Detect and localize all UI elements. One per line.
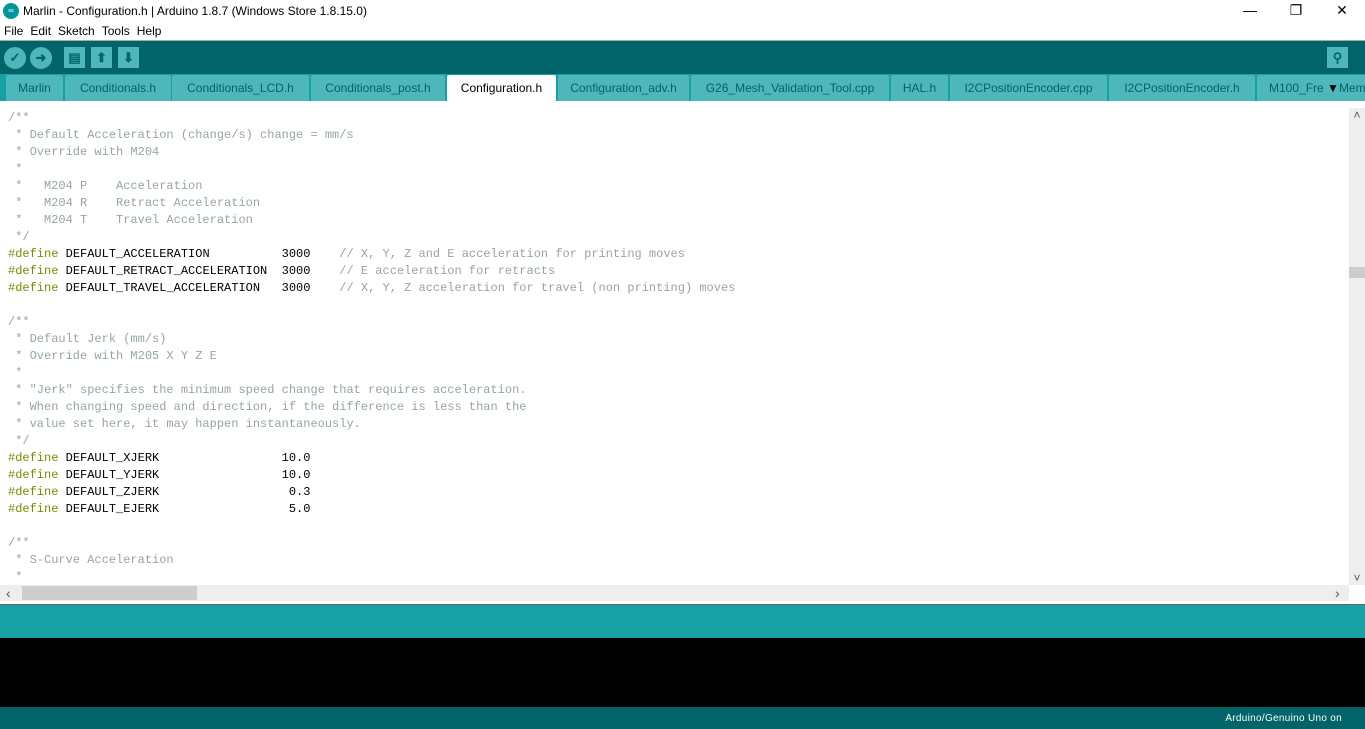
- menu-sketch[interactable]: Sketch: [54, 24, 98, 38]
- scroll-down-icon[interactable]: ˅: [1349, 571, 1365, 585]
- menu-tools[interactable]: Tools: [98, 24, 133, 38]
- code-line[interactable]: /**: [8, 535, 1349, 552]
- code-editor[interactable]: /** * Default Acceleration (change/s) ch…: [0, 108, 1349, 585]
- code-line[interactable]: #define DEFAULT_RETRACT_ACCELERATION 300…: [8, 263, 1349, 280]
- tab-configuration-adv[interactable]: Configuration_adv.h: [558, 75, 689, 101]
- minimize-button[interactable]: —: [1227, 0, 1273, 22]
- serial-monitor-button[interactable]: ⚲: [1327, 47, 1348, 68]
- horizontal-scroll-thumb[interactable]: [22, 586, 197, 600]
- tab-menu-arrow-icon[interactable]: ▼: [1327, 81, 1339, 95]
- code-line[interactable]: #define DEFAULT_TRAVEL_ACCELERATION 3000…: [8, 280, 1349, 297]
- code-line[interactable]: * value set here, it may happen instanta…: [8, 416, 1349, 433]
- open-button[interactable]: ⬆: [91, 47, 112, 68]
- menu-edit[interactable]: Edit: [26, 24, 54, 38]
- vertical-scroll-thumb[interactable]: [1349, 267, 1365, 278]
- code-line[interactable]: * "Jerk" specifies the minimum speed cha…: [8, 382, 1349, 399]
- tab-overflow-text: Mem: [1339, 81, 1365, 95]
- code-line[interactable]: /**: [8, 314, 1349, 331]
- code-line[interactable]: /**: [8, 110, 1349, 127]
- title-bar: ∞ Marlin - Configuration.h | Arduino 1.8…: [0, 0, 1365, 22]
- close-button[interactable]: ✕: [1319, 0, 1365, 22]
- message-bar: [0, 604, 1365, 638]
- board-status: Arduino/Genuino Uno on: [1225, 713, 1342, 724]
- code-line[interactable]: * Override with M205 X Y Z E: [8, 348, 1349, 365]
- code-line[interactable]: [8, 518, 1349, 535]
- code-line[interactable]: *: [8, 365, 1349, 382]
- tab-i2c-encoder-h[interactable]: I2CPositionEncoder.h: [1109, 75, 1255, 101]
- code-line[interactable]: */: [8, 433, 1349, 450]
- verify-button[interactable]: ✓: [4, 47, 26, 69]
- tab-hal[interactable]: HAL.h: [891, 75, 948, 101]
- arduino-logo-icon: ∞: [3, 3, 19, 19]
- tab-conditionals-lcd[interactable]: Conditionals_LCD.h: [172, 75, 309, 101]
- restore-button[interactable]: ❐: [1273, 0, 1319, 22]
- tab-configuration[interactable]: Configuration.h: [447, 75, 556, 101]
- tab-conditionals-post[interactable]: Conditionals_post.h: [311, 75, 445, 101]
- code-line[interactable]: [8, 297, 1349, 314]
- toolbar: ✓ ➜ ▤ ⬆ ⬇ ⚲: [0, 41, 1365, 74]
- code-text[interactable]: /** * Default Acceleration (change/s) ch…: [0, 108, 1349, 585]
- menu-help[interactable]: Help: [133, 24, 165, 38]
- code-line[interactable]: * M204 T Travel Acceleration: [8, 212, 1349, 229]
- code-line[interactable]: * Default Acceleration (change/s) change…: [8, 127, 1349, 144]
- new-button[interactable]: ▤: [64, 47, 85, 68]
- code-line[interactable]: * Override with M204: [8, 144, 1349, 161]
- upload-button[interactable]: ➜: [30, 47, 52, 69]
- code-line[interactable]: * S-Curve Acceleration: [8, 552, 1349, 569]
- code-line[interactable]: #define DEFAULT_XJERK 10.0: [8, 450, 1349, 467]
- tab-g26-mesh[interactable]: G26_Mesh_Validation_Tool.cpp: [691, 75, 889, 101]
- console-output[interactable]: [0, 638, 1365, 707]
- scroll-up-icon[interactable]: ˄: [1349, 108, 1365, 122]
- code-line[interactable]: * M204 P Acceleration: [8, 178, 1349, 195]
- horizontal-scrollbar[interactable]: ‹ ›: [0, 585, 1349, 601]
- code-line[interactable]: *: [8, 569, 1349, 585]
- tab-m100-label: M100_Fre: [1269, 81, 1324, 95]
- menu-file[interactable]: File: [0, 24, 26, 38]
- tab-bar: Marlin Conditionals.h Conditionals_LCD.h…: [0, 74, 1365, 101]
- code-line[interactable]: *: [8, 161, 1349, 178]
- code-line[interactable]: #define DEFAULT_EJERK 5.0: [8, 501, 1349, 518]
- code-line[interactable]: #define DEFAULT_YJERK 10.0: [8, 467, 1349, 484]
- scroll-right-icon[interactable]: ›: [1335, 585, 1340, 601]
- code-line[interactable]: */: [8, 229, 1349, 246]
- tab-i2c-encoder-cpp[interactable]: I2CPositionEncoder.cpp: [950, 75, 1107, 101]
- tab-conditionals[interactable]: Conditionals.h: [65, 75, 171, 101]
- tab-m100[interactable]: M100_Fre ▼Mem: [1257, 75, 1365, 101]
- tab-marlin[interactable]: Marlin: [6, 75, 63, 101]
- code-line[interactable]: * M204 R Retract Acceleration: [8, 195, 1349, 212]
- save-button[interactable]: ⬇: [118, 47, 139, 68]
- code-line[interactable]: * When changing speed and direction, if …: [8, 399, 1349, 416]
- status-bar: Arduino/Genuino Uno on: [0, 707, 1365, 729]
- code-line[interactable]: * Default Jerk (mm/s): [8, 331, 1349, 348]
- menu-bar: File Edit Sketch Tools Help: [0, 22, 1365, 41]
- vertical-scrollbar[interactable]: ˄ ˅: [1349, 108, 1365, 585]
- window-title: Marlin - Configuration.h | Arduino 1.8.7…: [23, 4, 367, 18]
- scroll-left-icon[interactable]: ‹: [6, 585, 11, 601]
- code-line[interactable]: #define DEFAULT_ZJERK 0.3: [8, 484, 1349, 501]
- code-line[interactable]: #define DEFAULT_ACCELERATION 3000 // X, …: [8, 246, 1349, 263]
